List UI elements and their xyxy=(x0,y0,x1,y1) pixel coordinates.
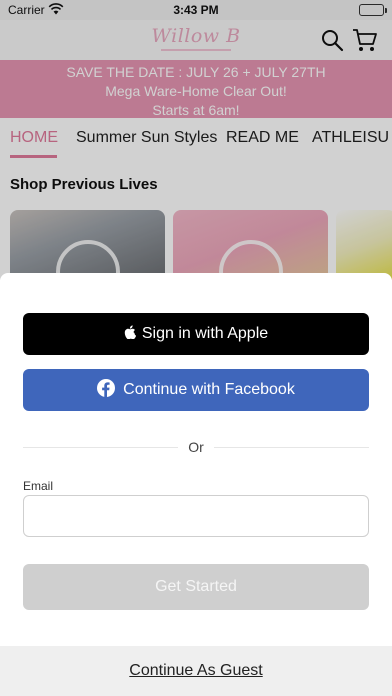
apple-button-label: Sign in with Apple xyxy=(141,325,269,342)
continue-with-facebook-button[interactable]: Continue with Facebook xyxy=(23,369,369,411)
apple-icon xyxy=(124,324,136,344)
facebook-icon xyxy=(97,378,116,402)
email-label: Email xyxy=(23,479,54,493)
sign-in-with-apple-button[interactable]: Sign in with Apple xyxy=(23,313,369,355)
get-started-button[interactable]: Get Started xyxy=(23,564,369,610)
guest-footer: Continue As Guest xyxy=(0,646,392,696)
or-label: Or xyxy=(178,439,214,455)
facebook-button-label: Continue with Facebook xyxy=(123,381,295,398)
modal-backdrop[interactable] xyxy=(0,0,392,280)
email-field[interactable] xyxy=(23,495,369,537)
continue-as-guest-link[interactable]: Continue As Guest xyxy=(0,662,392,680)
or-divider: Or xyxy=(23,437,369,457)
sign-in-sheet: Sign in with Apple Continue with Faceboo… xyxy=(0,273,392,696)
